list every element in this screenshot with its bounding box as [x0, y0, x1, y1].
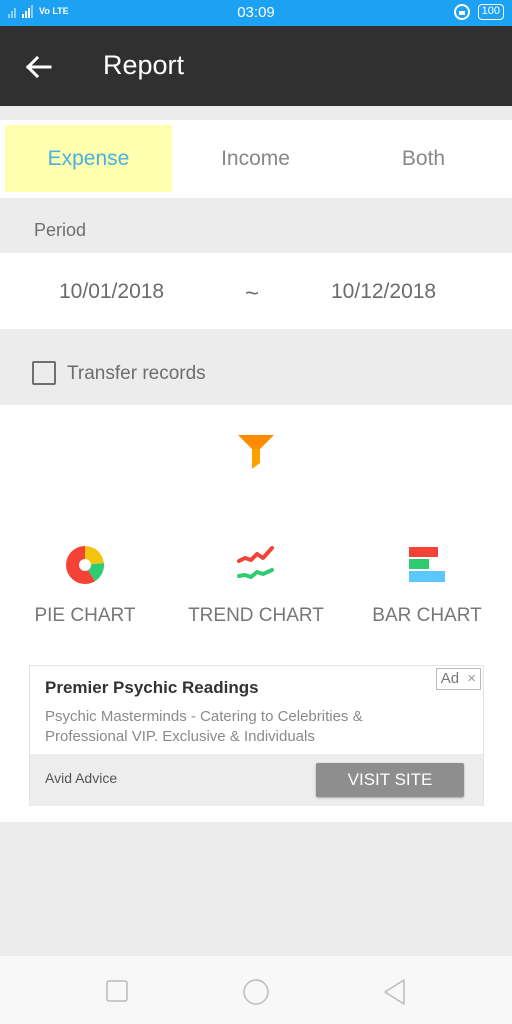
- bar-chart-label: BAR CHART: [372, 605, 482, 626]
- ad-description: Psychic Masterminds - Catering to Celebr…: [45, 708, 363, 745]
- visit-site-button[interactable]: VISIT SITE: [316, 763, 464, 797]
- circle-icon: [243, 979, 269, 1005]
- back-button[interactable]: [22, 50, 56, 84]
- tab-income[interactable]: Income: [172, 125, 339, 192]
- ad-choices-badge[interactable]: Ad ×: [435, 668, 481, 690]
- system-nav-bar: [0, 956, 512, 1024]
- pie-chart-label: PIE CHART: [34, 605, 136, 626]
- transfer-records-row[interactable]: Transfer records: [0, 345, 512, 403]
- end-date-field[interactable]: 10/12/2018: [331, 280, 436, 304]
- period-label: Period: [34, 220, 87, 240]
- home-button[interactable]: [242, 978, 269, 1005]
- transfer-records-label: Transfer records: [67, 363, 206, 384]
- tab-both[interactable]: Both: [340, 125, 507, 192]
- ad-advertiser: Avid Advice: [45, 770, 118, 786]
- report-type-tabs: Expense Income Both: [0, 120, 512, 198]
- trend-chart-label: TREND CHART: [188, 605, 324, 626]
- ad-banner[interactable]: Premier Psychic Readings Psychic Masterm…: [29, 665, 484, 806]
- status-bar: Vo LTE 03:09 100: [0, 0, 512, 26]
- bar-chart-icon: [409, 547, 445, 582]
- date-separator: ~: [245, 280, 260, 307]
- arrow-left-icon: [25, 55, 52, 79]
- ad-title[interactable]: Premier Psychic Readings: [45, 678, 259, 698]
- status-right: 100: [453, 4, 504, 20]
- page-title: Report: [103, 50, 185, 80]
- battery-icon: 100: [477, 4, 504, 20]
- app-bar: Report: [0, 26, 512, 106]
- rotation-lock-icon: [453, 4, 470, 20]
- period-row: 10/01/2018 ~ 10/12/2018: [0, 253, 512, 329]
- tab-expense[interactable]: Expense: [5, 125, 172, 192]
- ad-badge-label: Ad: [440, 670, 460, 687]
- filter-button[interactable]: [236, 431, 276, 475]
- status-time: 03:09: [237, 4, 275, 21]
- start-date-field[interactable]: 10/01/2018: [59, 280, 164, 304]
- recents-button[interactable]: [104, 978, 130, 1004]
- ad-footer: Avid Advice VISIT SITE: [30, 754, 483, 806]
- pie-chart-button[interactable]: PIE CHART: [0, 545, 170, 635]
- funnel-icon: [238, 435, 274, 469]
- trend-chart-icon: [237, 546, 274, 579]
- main-panel: PIE CHART TREND CHART BAR CHART Premier …: [0, 405, 512, 822]
- pie-chart-icon: [66, 546, 105, 584]
- nav-back-button[interactable]: [382, 978, 408, 1005]
- bar-chart-button[interactable]: BAR CHART: [342, 545, 512, 635]
- triangle-back-icon: [384, 979, 405, 1005]
- close-icon[interactable]: ×: [467, 670, 476, 687]
- square-icon: [106, 980, 128, 1002]
- trend-chart-button[interactable]: TREND CHART: [171, 545, 341, 635]
- transfer-records-checkbox[interactable]: [32, 361, 56, 385]
